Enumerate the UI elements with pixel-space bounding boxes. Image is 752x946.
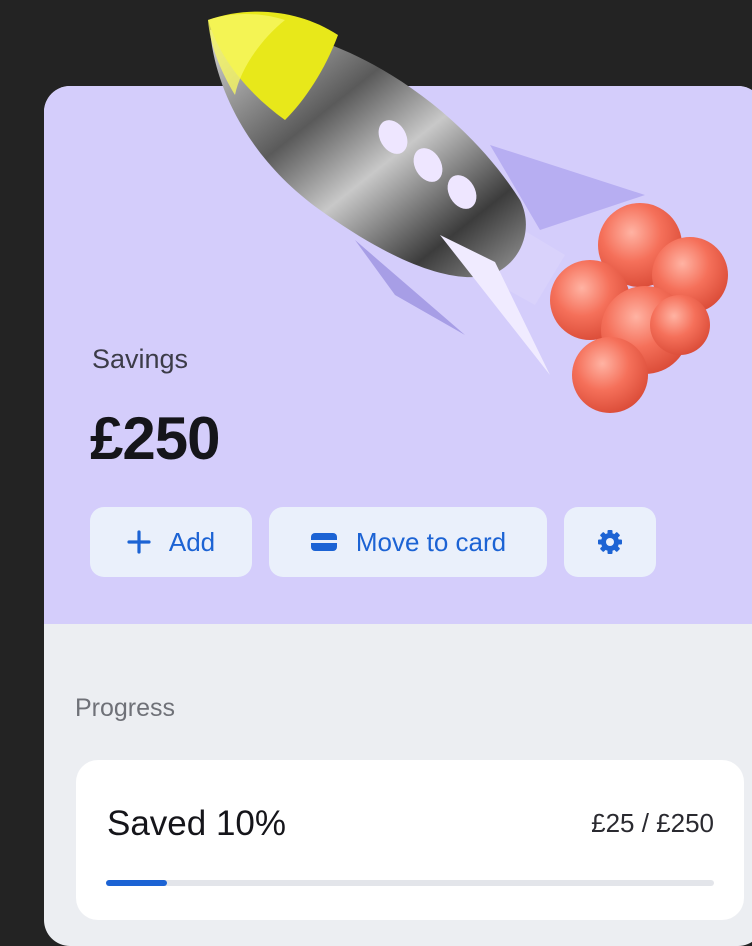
saved-percentage: Saved 10%: [107, 804, 287, 843]
progress-track: [106, 880, 714, 886]
move-to-card-label: Move to card: [355, 526, 507, 557]
progress-section-label: Progress: [75, 694, 176, 722]
gear-icon: [596, 528, 624, 556]
progress-card: Saved 10% £25 / £250: [76, 760, 744, 920]
rocket-illustration: [208, 11, 728, 413]
add-button[interactable]: Add: [90, 507, 252, 577]
card-icon: [310, 532, 338, 552]
saved-amount: £25 / £250: [591, 808, 714, 838]
move-to-card-button[interactable]: Move to card: [269, 507, 547, 577]
plus-icon: [127, 530, 151, 554]
progress-fill: [106, 880, 167, 886]
add-button-label: Add: [168, 526, 216, 557]
settings-button[interactable]: [564, 507, 656, 577]
savings-label: Savings: [92, 344, 189, 374]
